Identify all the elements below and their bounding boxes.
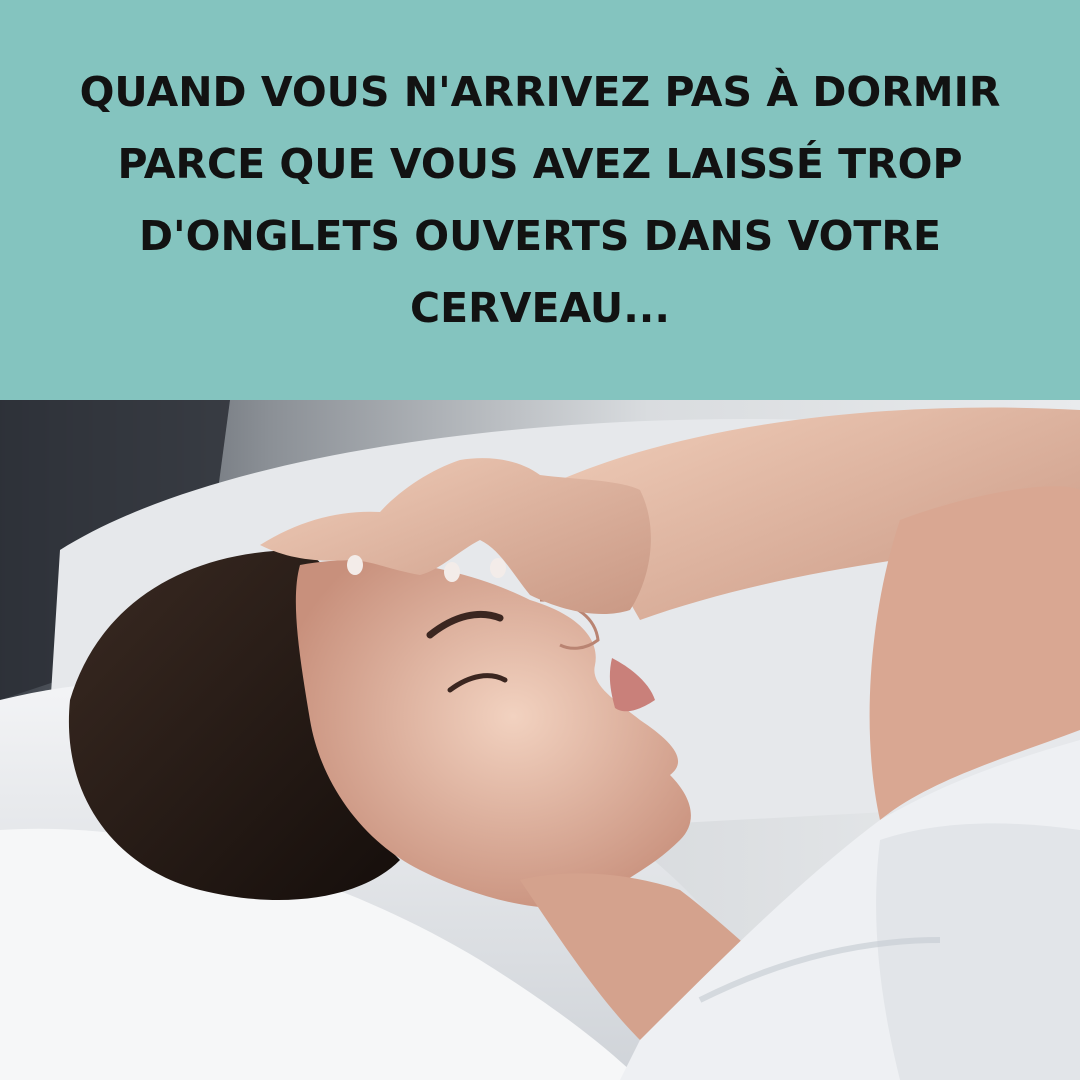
caption-line-3: D'ONGLETS OUVERTS DANS VOTRE (139, 212, 941, 260)
fingernail-2 (444, 562, 460, 582)
photo-woman-in-bed (0, 400, 1080, 1080)
photo-illustration (0, 400, 1080, 1080)
caption-line-4: CERVEAU... (410, 284, 670, 332)
duvet-fold (876, 823, 1080, 1080)
caption-line-2: PARCE QUE VOUS AVEZ LAISSÉ TROP (117, 140, 963, 188)
caption-band: QUAND VOUS N'ARRIVEZ PAS À DORMIR PARCE … (0, 0, 1080, 400)
meme-post: QUAND VOUS N'ARRIVEZ PAS À DORMIR PARCE … (0, 0, 1080, 1080)
caption-line-1: QUAND VOUS N'ARRIVEZ PAS À DORMIR (79, 68, 1001, 116)
fingernail-3 (490, 558, 506, 578)
fingernail-1 (347, 555, 363, 575)
caption-text: QUAND VOUS N'ARRIVEZ PAS À DORMIR PARCE … (60, 56, 1020, 344)
